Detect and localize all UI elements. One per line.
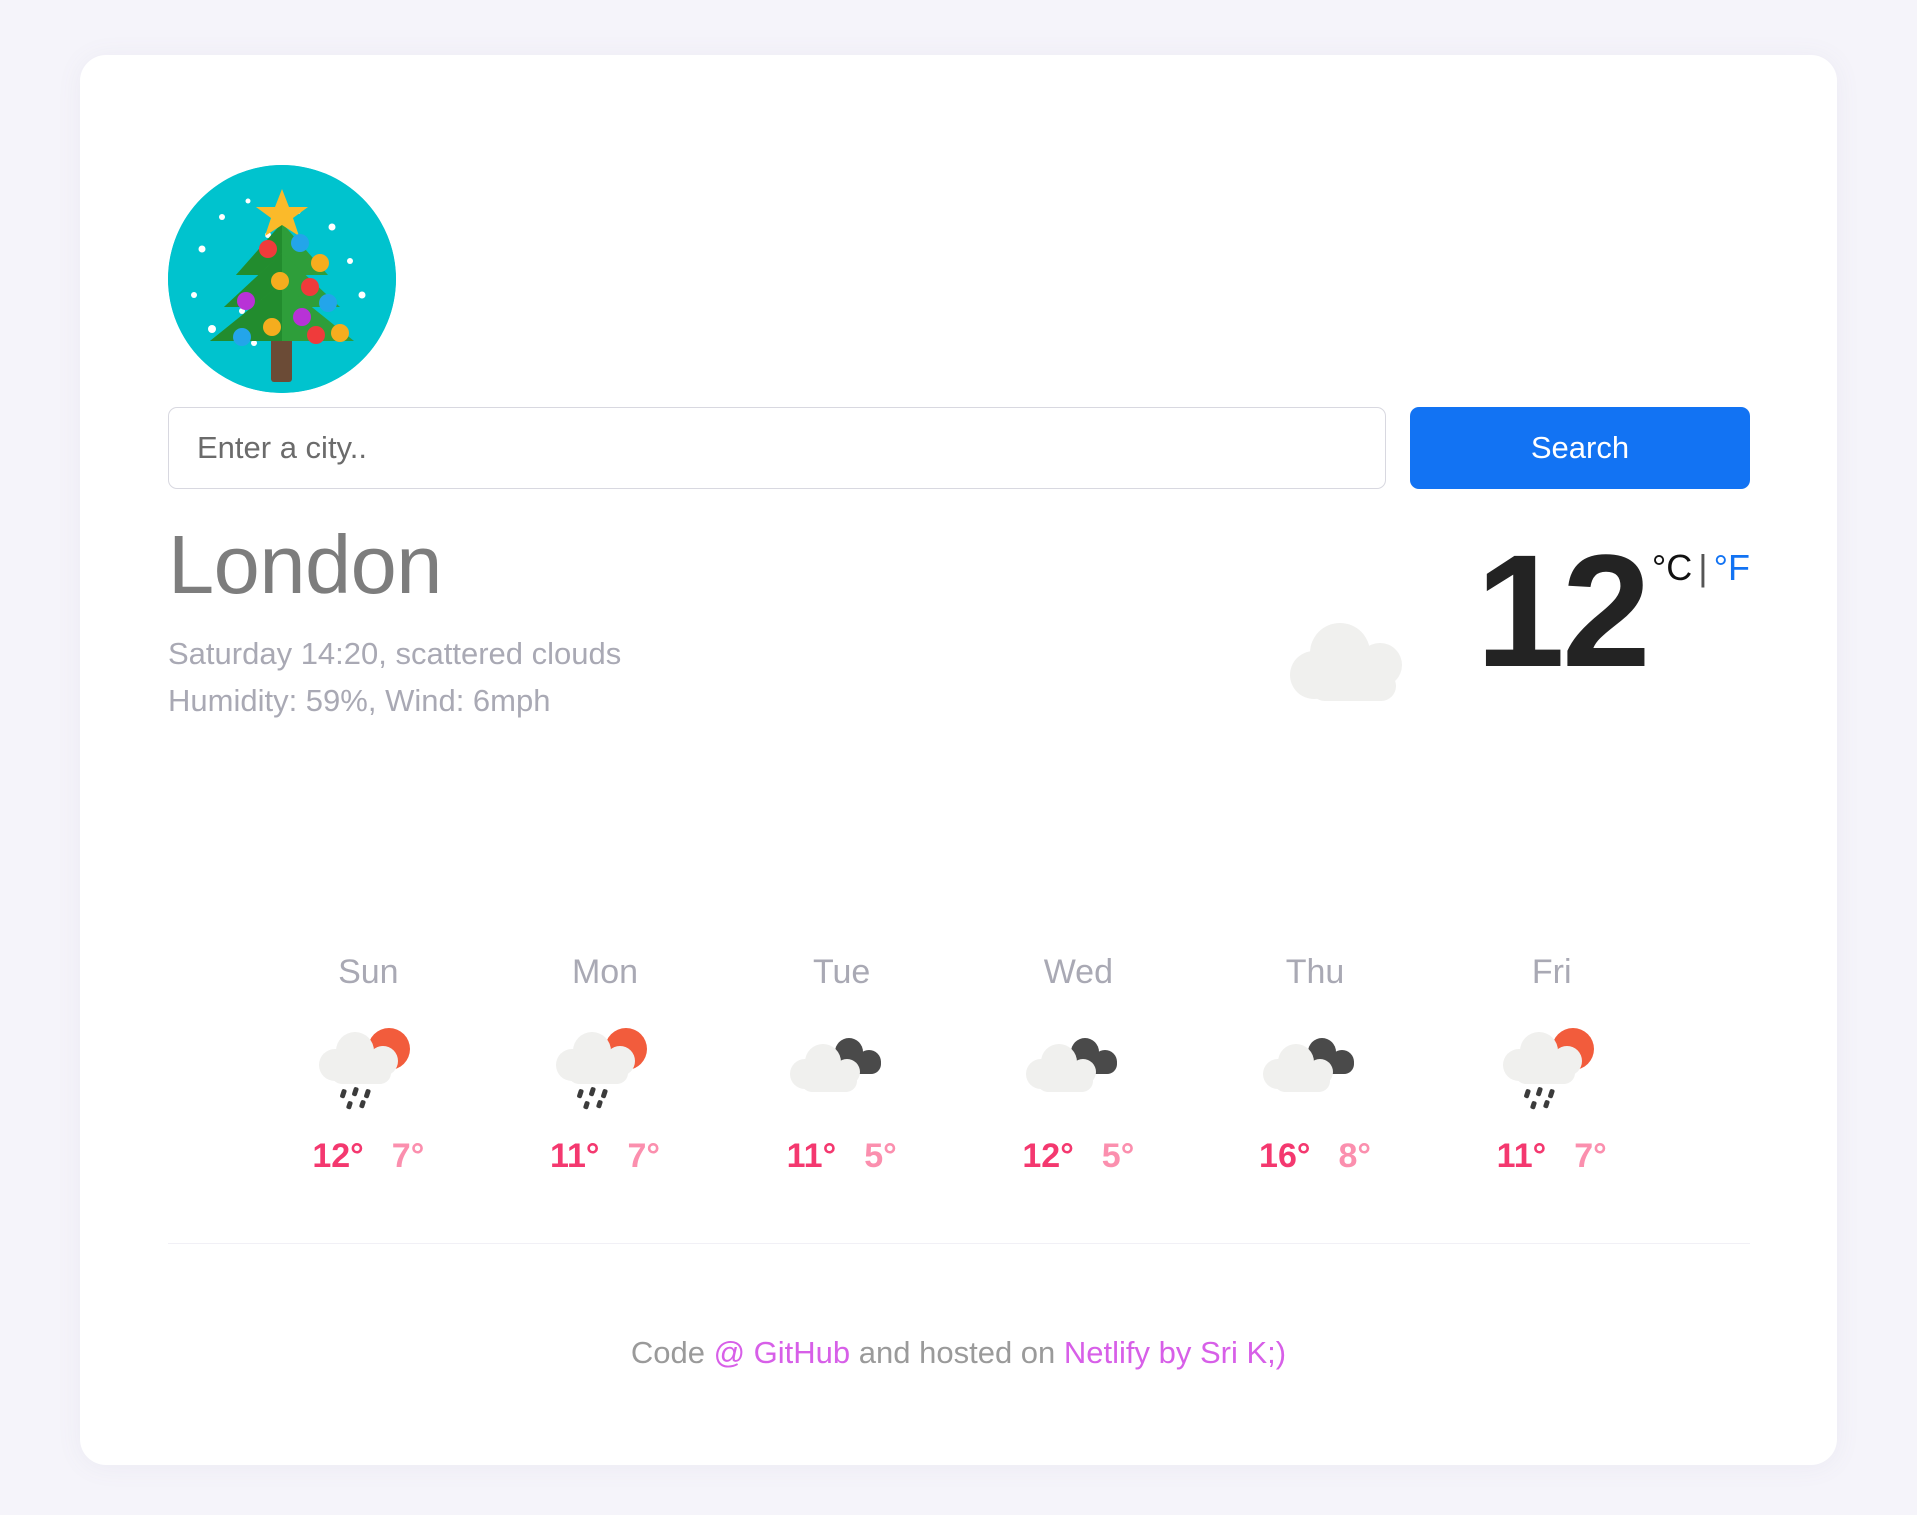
forecast-day-label: Fri xyxy=(1531,953,1572,991)
forecast-day: Fri 11° 7° xyxy=(1433,955,1670,1176)
footer-divider xyxy=(168,1243,1750,1244)
forecast-day: Thu 16° 8° xyxy=(1197,955,1434,1176)
unit-switch: °C | °F xyxy=(1652,547,1750,589)
forecast-low: 7° xyxy=(391,1137,425,1175)
weather-app-card: Search London Saturday 14:20, scattered … xyxy=(80,55,1837,1465)
footer-text-1: Code xyxy=(630,1335,714,1370)
forecast-low: 8° xyxy=(1338,1137,1371,1175)
footer-text-2: and hosted on xyxy=(850,1335,1064,1370)
broken-clouds-icon xyxy=(960,1021,1197,1113)
current-weather: London Saturday 14:20, scattered clouds … xyxy=(168,523,1750,773)
forecast-temps: 11° 7° xyxy=(487,1137,724,1176)
forecast-high: 11° xyxy=(786,1137,837,1175)
netlify-link[interactable]: Netlify by Sri K;) xyxy=(1064,1335,1286,1370)
broken-clouds-icon xyxy=(1197,1021,1434,1113)
unit-fahrenheit[interactable]: °F xyxy=(1714,547,1750,588)
search-row: Search xyxy=(168,407,1750,489)
forecast-row: Sun 12° 7° Mon 11° 7° Tue 11° 5° Wed 12°… xyxy=(250,955,1670,1176)
forecast-temps: 12° 5° xyxy=(960,1137,1197,1176)
forecast-temps: 11° 7° xyxy=(1433,1137,1670,1176)
forecast-high: 11° xyxy=(1496,1137,1547,1175)
forecast-temps: 11° 5° xyxy=(723,1137,960,1176)
forecast-day-label: Thu xyxy=(1285,953,1345,991)
broken-clouds-icon xyxy=(723,1021,960,1113)
github-link[interactable]: @ GitHub xyxy=(714,1335,851,1370)
forecast-high: 12° xyxy=(1022,1137,1074,1175)
forecast-day: Sun 12° 7° xyxy=(250,955,487,1176)
forecast-day-label: Sun xyxy=(338,953,399,991)
forecast-temps: 12° 7° xyxy=(250,1137,487,1176)
unit-celsius[interactable]: °C xyxy=(1652,547,1692,588)
forecast-day-label: Mon xyxy=(571,953,639,991)
forecast-high: 11° xyxy=(549,1137,600,1175)
temperature-block: 12 °C | °F xyxy=(1288,521,1750,733)
forecast-low: 7° xyxy=(627,1137,661,1175)
forecast-day-label: Wed xyxy=(1043,953,1113,991)
sun-rain-cloud-icon xyxy=(1433,1021,1670,1113)
christmas-tree-logo xyxy=(168,165,396,393)
search-input[interactable] xyxy=(168,407,1386,489)
cloud-icon xyxy=(1288,619,1418,710)
forecast-low: 7° xyxy=(1574,1137,1607,1175)
unit-separator: | xyxy=(1698,547,1708,588)
forecast-temps: 16° 8° xyxy=(1197,1137,1434,1176)
christmas-tree-icon xyxy=(168,165,396,393)
footer: Code @ GitHub and hosted on Netlify by S… xyxy=(80,1335,1837,1371)
search-button[interactable]: Search xyxy=(1410,407,1750,489)
forecast-high: 12° xyxy=(312,1137,364,1175)
forecast-day: Mon 11° 7° xyxy=(487,955,724,1176)
sun-rain-cloud-icon xyxy=(487,1021,724,1113)
forecast-low: 5° xyxy=(1101,1137,1135,1175)
forecast-day: Tue 11° 5° xyxy=(723,955,960,1176)
current-temperature: 12 xyxy=(1475,521,1651,700)
forecast-low: 5° xyxy=(864,1137,897,1175)
forecast-day-label: Tue xyxy=(813,953,871,991)
forecast-high: 16° xyxy=(1259,1137,1311,1175)
forecast-day: Wed 12° 5° xyxy=(960,955,1197,1176)
sun-rain-cloud-icon xyxy=(250,1021,487,1113)
